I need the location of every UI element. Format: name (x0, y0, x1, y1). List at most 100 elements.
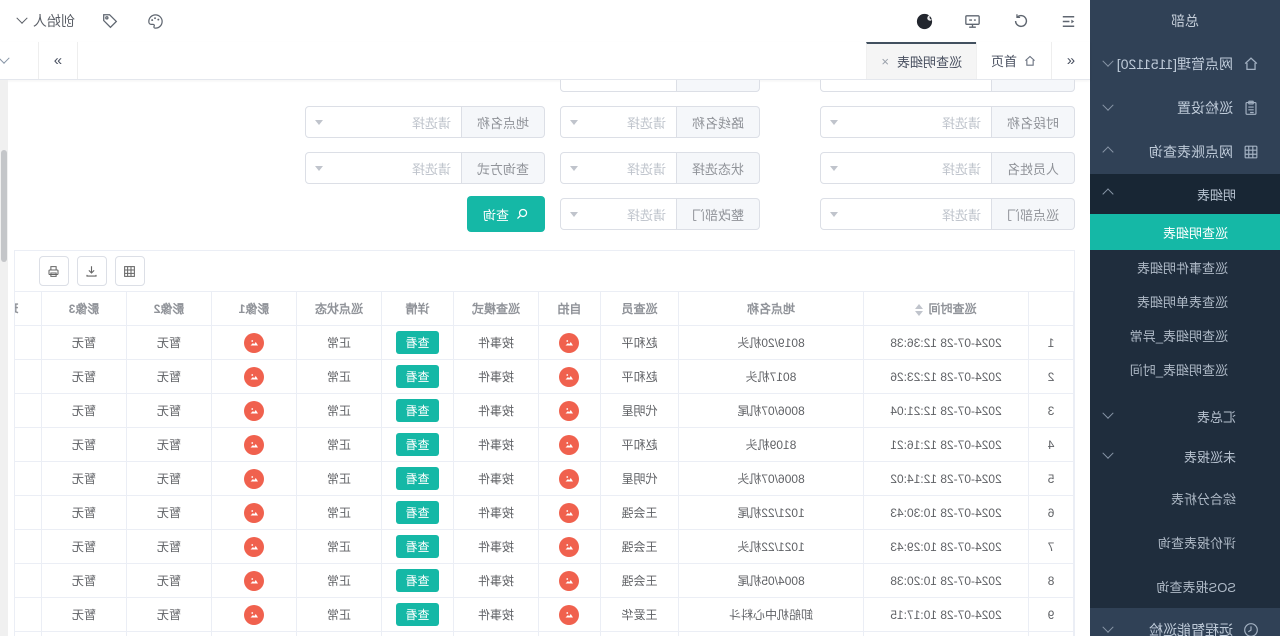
photo-badge-icon[interactable] (560, 435, 580, 455)
view-detail-button[interactable]: 查看 (397, 467, 439, 490)
sidebar-item-patrol-form-detail-table[interactable]: 巡查表单明细表 (1090, 284, 1280, 318)
photo-badge-icon[interactable] (560, 401, 580, 421)
detail-view-button: 查看 (382, 428, 454, 462)
tab-home[interactable]: 首页 (976, 42, 1051, 79)
select-input[interactable]: 请选择 (560, 198, 677, 230)
fold-menu-icon[interactable] (1058, 10, 1080, 32)
photo-badge-icon[interactable] (244, 571, 264, 591)
sidebar-item-patrol-detail-table[interactable]: 巡查明细表 (1090, 214, 1280, 250)
photo-badge-icon[interactable] (244, 605, 264, 625)
filter-group-patrol-dept: 巡点部门 请选择 (820, 198, 1075, 230)
select-input[interactable]: 请选择 (305, 152, 462, 184)
photo-badge-icon[interactable] (560, 571, 580, 591)
selfie-photo-icon (539, 360, 601, 394)
select-input[interactable]: 请选择 (560, 106, 677, 138)
home-icon (1242, 55, 1260, 73)
cell-image3: 暂无 (42, 530, 127, 564)
sidebar-item-label: 网点账表查询 (1149, 142, 1233, 162)
select-input[interactable]: 请选择 (560, 152, 677, 184)
image1-photo-icon (212, 598, 297, 632)
sidebar-item-remote-smart-inspection[interactable]: 远程智能巡检 (1090, 608, 1280, 636)
tag-icon[interactable] (99, 10, 121, 32)
dark-mode-icon[interactable] (914, 10, 936, 32)
cell-scene-cut (14, 598, 42, 632)
sidebar-item-label: 巡查明细表_异常 (1130, 326, 1228, 345)
cell-patrol-time: 2024-07-28 12:21:04 (864, 394, 1029, 428)
cell-point-status: 正常 (297, 360, 382, 394)
sidebar-item-branch-report-query[interactable]: 网点账表查询 (1090, 130, 1280, 174)
view-detail-button[interactable]: 查看 (397, 331, 439, 354)
sidebar-item-comprehensive-analysis[interactable]: 综合分析表 (1090, 476, 1280, 520)
photo-badge-icon[interactable] (244, 333, 264, 353)
chevron-down-icon (0, 52, 10, 63)
photo-badge-icon[interactable] (560, 605, 580, 625)
photo-badge-icon[interactable] (560, 503, 580, 523)
photo-badge-icon[interactable] (244, 401, 264, 421)
select-placeholder: 请选择 (942, 159, 981, 178)
cell-inspector: 王爱华 (601, 598, 679, 632)
select-input[interactable]: 请选择 (820, 198, 992, 230)
cell-index: 2 (1029, 360, 1074, 394)
filter-group-person-name: 人员姓名 请选择 (820, 152, 1075, 184)
sort-carets-icon[interactable] (916, 304, 924, 316)
column-header-巡查时间[interactable]: 巡查时间 (864, 292, 1029, 326)
sidebar-item-label: 网点管理[1151120] (1117, 54, 1233, 74)
select-input[interactable]: 请选择 (820, 152, 992, 184)
sidebar-item-patrol-detail-abnormal[interactable]: 巡查明细表_异常 (1090, 318, 1280, 352)
sidebar-item-evaluation-report-query[interactable]: 评价报表查询 (1090, 520, 1280, 564)
select-input[interactable]: 请选择 (820, 106, 992, 138)
screen-icon[interactable] (962, 10, 984, 32)
sidebar-item-unpatrolled-reports[interactable]: 未巡报表 (1090, 436, 1280, 476)
tabs-scroll-right-arrow[interactable]: » (39, 42, 78, 79)
select-input[interactable] (560, 80, 677, 92)
view-detail-button[interactable]: 查看 (397, 535, 439, 558)
photo-badge-icon[interactable] (244, 367, 264, 387)
cell-scene-cut (14, 564, 42, 598)
download-icon[interactable] (77, 256, 107, 286)
scrollbar-thumb[interactable] (1, 150, 7, 262)
view-detail-button[interactable]: 查看 (397, 501, 439, 524)
detail-view-button: 查看 (382, 360, 454, 394)
close-icon[interactable]: × (881, 54, 889, 69)
tabs-scroll-left-arrow[interactable]: « (1051, 42, 1090, 79)
select-input[interactable]: 请选择 (305, 106, 462, 138)
cell-index: 7 (1029, 530, 1074, 564)
columns-icon[interactable] (115, 256, 145, 286)
photo-badge-icon[interactable] (560, 333, 580, 353)
sidebar-item-label: 巡查明细表_时间 (1130, 360, 1228, 379)
select-input[interactable] (820, 80, 992, 92)
sidebar-item-sos-report-query[interactable]: SOS报表查询 (1090, 564, 1280, 608)
sidebar-item-branch-management[interactable]: 网点管理[1151120] (1090, 42, 1280, 86)
vertical-scrollbar[interactable] (0, 80, 8, 636)
photo-badge-icon[interactable] (244, 435, 264, 455)
cell-image2: 暂无 (127, 462, 212, 496)
refresh-icon[interactable] (1010, 10, 1032, 32)
printer-icon[interactable] (39, 256, 69, 286)
clock-icon (1242, 621, 1260, 636)
tab-patrol-detail-table[interactable]: 巡查明细表 × (866, 42, 976, 79)
photo-badge-icon[interactable] (560, 537, 580, 557)
palette-icon[interactable] (145, 10, 167, 32)
view-detail-button[interactable]: 查看 (397, 399, 439, 422)
sidebar-item-detail-tables[interactable]: 明细表 (1090, 174, 1280, 214)
sidebar-item-inspection-settings[interactable]: 巡检设置 (1090, 86, 1280, 130)
view-detail-button[interactable]: 查看 (397, 603, 439, 626)
sidebar-item-patrol-detail-time[interactable]: 巡查明细表_时间 (1090, 352, 1280, 386)
select-placeholder: 请选择 (942, 205, 981, 224)
search-button[interactable]: 查询 (467, 196, 545, 232)
view-detail-button[interactable]: 查看 (397, 569, 439, 592)
photo-badge-icon[interactable] (560, 469, 580, 489)
photo-badge-icon[interactable] (244, 469, 264, 489)
photo-badge-icon[interactable] (244, 537, 264, 557)
photo-badge-icon[interactable] (244, 503, 264, 523)
detail-view-button: 查看 (382, 530, 454, 564)
sidebar-item-patrol-event-detail-table[interactable]: 巡查事件明细表 (1090, 250, 1280, 284)
user-menu[interactable]: 创始人 (18, 11, 75, 31)
view-detail-button[interactable]: 查看 (397, 433, 439, 456)
cell-patrol-mode: 按事件 (454, 598, 539, 632)
table-row: 42024-07-28 12:16:218109机头赵和平按事件查看正常暂无暂无 (14, 428, 1074, 462)
sidebar-item-summary-tables[interactable]: 汇总表 (1090, 396, 1280, 436)
view-detail-button[interactable]: 查看 (397, 365, 439, 388)
photo-badge-icon[interactable] (560, 367, 580, 387)
tabs-dropdown-button[interactable] (0, 42, 39, 79)
